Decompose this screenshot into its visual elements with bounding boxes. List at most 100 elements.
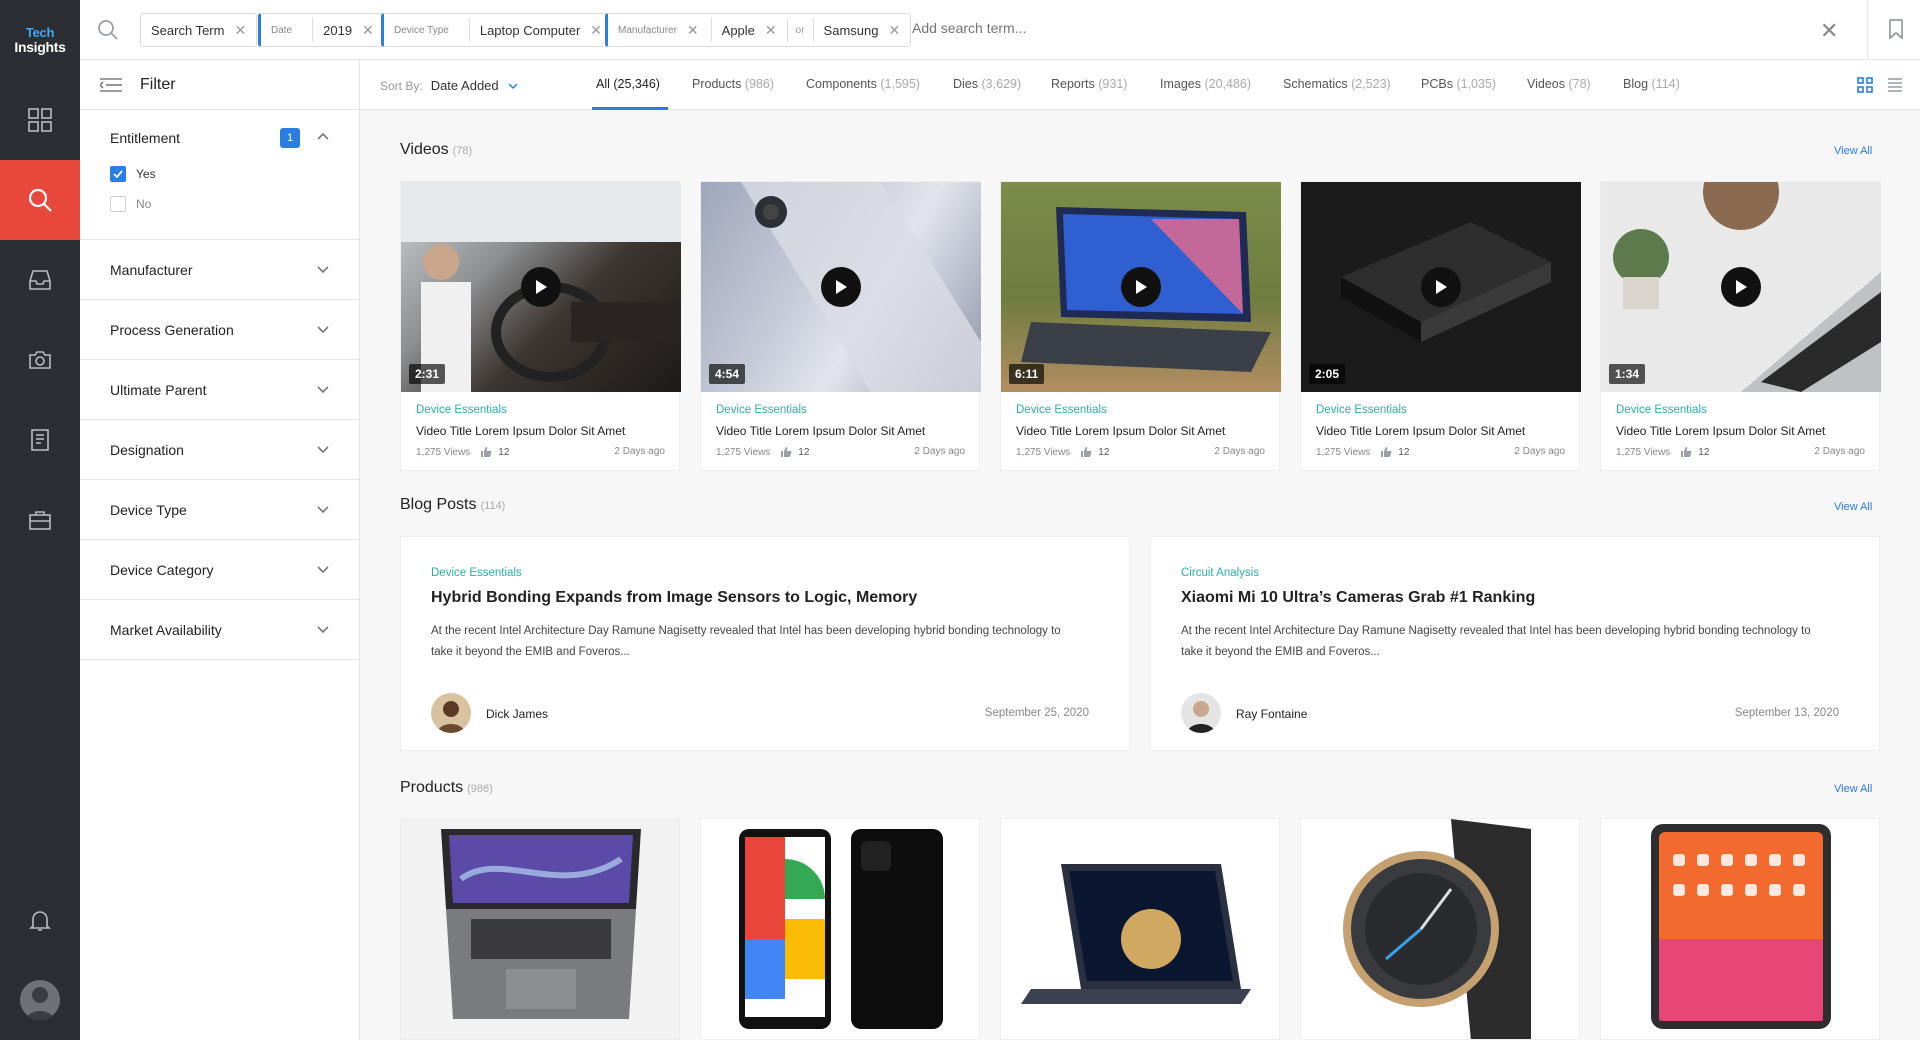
video-title[interactable]: Video Title Lorem Ipsum Dolor Sit Amet <box>1016 424 1225 438</box>
chip-label: Manufacturer <box>618 24 677 36</box>
list-view-icon[interactable] <box>1887 77 1903 93</box>
author-avatar[interactable] <box>1181 693 1221 733</box>
video-thumbnail[interactable]: 2:05 <box>1301 182 1581 392</box>
facet-device-type[interactable]: Device Type <box>80 480 359 540</box>
facet-market-availability[interactable]: Market Availability <box>80 600 359 660</box>
post-title[interactable]: Xiaomi Mi 10 Ultra’s Cameras Grab #1 Ran… <box>1181 589 1535 607</box>
remove-value-icon[interactable]: ✕ <box>888 22 900 39</box>
video-card[interactable]: 4:54 Device Essentials Video Title Lorem… <box>700 181 981 471</box>
product-card[interactable] <box>700 818 980 1040</box>
play-button[interactable] <box>1721 267 1761 307</box>
video-thumbnail[interactable]: 4:54 <box>701 182 981 392</box>
rail-item-inbox[interactable] <box>0 240 80 320</box>
blog-post-card[interactable]: Device Essentials Hybrid Bonding Expands… <box>400 536 1130 751</box>
post-category[interactable]: Circuit Analysis <box>1181 567 1259 579</box>
play-button[interactable] <box>1421 267 1461 307</box>
video-category[interactable]: Device Essentials <box>416 404 507 416</box>
remove-chip-icon[interactable]: ✕ <box>687 22 699 39</box>
search-chip-term[interactable]: Search Term ✕ <box>140 13 258 47</box>
video-thumbnail[interactable]: 6:11 <box>1001 182 1281 392</box>
tab-all[interactable]: All (25,346) <box>596 77 660 91</box>
collapse-filter-icon[interactable] <box>100 77 122 93</box>
option-no[interactable]: No <box>110 196 329 212</box>
sort-by-dropdown[interactable]: Sort By: Date Added <box>380 78 518 93</box>
video-card[interactable]: 2:05 Device Essentials Video Title Lorem… <box>1300 181 1581 471</box>
video-category[interactable]: Device Essentials <box>1016 404 1107 416</box>
videos-view-all-link[interactable]: View All <box>1834 145 1872 157</box>
video-category[interactable]: Device Essentials <box>1616 404 1707 416</box>
tab-pcbs[interactable]: PCBs (1,035) <box>1421 77 1496 91</box>
video-thumbnail[interactable]: 2:31 <box>401 182 681 392</box>
checkbox-unchecked[interactable] <box>110 196 126 212</box>
remove-chip-icon[interactable]: ✕ <box>234 22 246 39</box>
video-title[interactable]: Video Title Lorem Ipsum Dolor Sit Amet <box>716 424 925 438</box>
checkbox-checked[interactable] <box>110 166 126 182</box>
clear-search-icon[interactable]: ✕ <box>1820 18 1838 44</box>
author-avatar[interactable] <box>431 693 471 733</box>
tab-videos[interactable]: Videos (78) <box>1527 77 1591 91</box>
rail-item-briefcase[interactable] <box>0 480 80 560</box>
blog-view-all-link[interactable]: View All <box>1834 501 1872 513</box>
post-author[interactable]: Ray Fontaine <box>1236 707 1307 721</box>
video-title[interactable]: Video Title Lorem Ipsum Dolor Sit Amet <box>1616 424 1825 438</box>
post-category[interactable]: Device Essentials <box>431 567 522 579</box>
video-card[interactable]: 2:31 Device Essentials Video Title Lorem… <box>400 181 681 471</box>
add-search-term-input[interactable] <box>912 20 1312 36</box>
blog-post-card[interactable]: Circuit Analysis Xiaomi Mi 10 Ultra’s Ca… <box>1150 536 1880 751</box>
video-card[interactable]: 6:11 Device Essentials Video Title Lorem… <box>1000 181 1281 471</box>
play-button[interactable] <box>521 267 561 307</box>
brand-logo[interactable]: Tech Insights <box>0 0 80 80</box>
facet-label: Market Availability <box>110 621 222 638</box>
search-chip-manufacturer[interactable]: Manufacturer ✕ Apple ✕ or Samsung ✕ <box>605 13 912 47</box>
tab-blog[interactable]: Blog (114) <box>1623 77 1680 91</box>
product-card[interactable] <box>400 818 680 1040</box>
search-icon[interactable] <box>96 18 120 42</box>
thumbs-up-icon <box>481 447 492 457</box>
product-card[interactable] <box>1600 818 1880 1040</box>
facet-process-generation[interactable]: Process Generation <box>80 300 359 360</box>
rail-item-dashboard[interactable] <box>0 80 80 160</box>
post-title[interactable]: Hybrid Bonding Expands from Image Sensor… <box>431 589 917 607</box>
grid-view-icon[interactable] <box>1857 77 1873 93</box>
tab-count: (78) <box>1568 77 1591 91</box>
rail-item-reports[interactable] <box>0 400 80 480</box>
post-author[interactable]: Dick James <box>486 707 548 721</box>
tab-label: Products <box>692 77 742 91</box>
chevron-up-icon[interactable] <box>317 132 329 140</box>
product-card[interactable] <box>1000 818 1280 1040</box>
play-button[interactable] <box>821 267 861 307</box>
rail-item-notifications[interactable] <box>0 880 80 960</box>
tab-label: Blog <box>1623 77 1649 91</box>
video-category[interactable]: Device Essentials <box>1316 404 1407 416</box>
tab-components[interactable]: Components (1,595) <box>806 77 920 91</box>
facet-device-category[interactable]: Device Category <box>80 540 359 600</box>
search-chip-date[interactable]: Date 2019 ✕ <box>258 13 385 47</box>
rail-item-search[interactable] <box>0 160 80 240</box>
ipad-product-image <box>1601 819 1879 1039</box>
video-title[interactable]: Video Title Lorem Ipsum Dolor Sit Amet <box>416 424 625 438</box>
user-avatar[interactable] <box>20 980 60 1020</box>
facet-label: Manufacturer <box>110 261 193 278</box>
video-category[interactable]: Device Essentials <box>716 404 807 416</box>
facet-manufacturer[interactable]: Manufacturer <box>80 240 359 300</box>
remove-chip-icon[interactable]: ✕ <box>362 22 374 39</box>
tab-reports[interactable]: Reports (931) <box>1051 77 1127 91</box>
bookmark-icon[interactable] <box>1888 18 1904 40</box>
facet-designation[interactable]: Designation <box>80 420 359 480</box>
remove-chip-icon[interactable]: ✕ <box>590 22 602 39</box>
rail-item-camera[interactable] <box>0 320 80 400</box>
video-thumbnail[interactable]: 1:34 <box>1601 182 1881 392</box>
tab-dies[interactable]: Dies (3,629) <box>953 77 1021 91</box>
remove-value-icon[interactable]: ✕ <box>765 22 777 39</box>
products-view-all-link[interactable]: View All <box>1834 783 1872 795</box>
facet-ultimate-parent[interactable]: Ultimate Parent <box>80 360 359 420</box>
video-card[interactable]: 1:34 Device Essentials Video Title Lorem… <box>1600 181 1881 471</box>
option-yes[interactable]: Yes <box>110 166 329 182</box>
tab-images[interactable]: Images (20,486) <box>1160 77 1251 91</box>
video-title[interactable]: Video Title Lorem Ipsum Dolor Sit Amet <box>1316 424 1525 438</box>
play-button[interactable] <box>1121 267 1161 307</box>
search-chip-device-type[interactable]: Device Type Laptop Computer ✕ <box>381 13 614 47</box>
tab-products[interactable]: Products (986) <box>692 77 774 91</box>
tab-schematics[interactable]: Schematics (2,523) <box>1283 77 1391 91</box>
product-card[interactable] <box>1300 818 1580 1040</box>
